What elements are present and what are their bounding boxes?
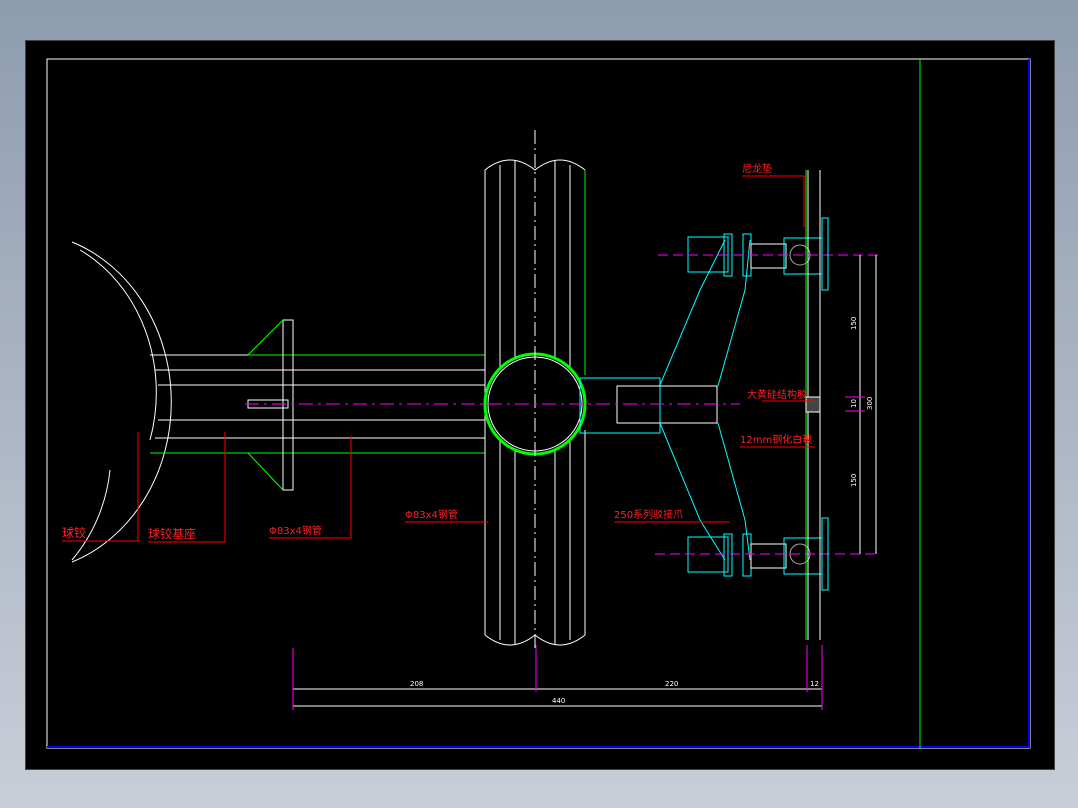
dim-upper: 150 — [850, 317, 858, 330]
label-spider-claw: 250系列驳接爪 — [614, 508, 683, 521]
dim-lower: 150 — [850, 474, 858, 487]
ball-joint — [71, 241, 172, 563]
label-glass: 12mm钢化白玻 — [740, 433, 812, 446]
label-ball-joint-base: 球铰基座 — [148, 526, 196, 541]
dim-overall-height: 300 — [866, 397, 874, 410]
dim-glass-offset: 12 — [810, 680, 819, 688]
vertical-pipe — [483, 130, 587, 650]
cad-drawing: 208 220 12 440 150 10 300 150 球铰 球铰基座 Φ8… — [46, 58, 1031, 749]
upper-bolt — [658, 233, 878, 277]
label-steel-pipe-center: Φ83x4钢管 — [405, 508, 458, 521]
label-sealant: 大黄硅结构胶 — [747, 388, 807, 401]
glass-panel — [805, 170, 829, 640]
lower-bolt — [655, 533, 878, 577]
dim-right-span: 220 — [665, 680, 678, 688]
label-nylon-pad: 尼龙垫 — [742, 162, 772, 175]
horizontal-pipe — [150, 319, 485, 491]
dim-left-span: 208 — [410, 680, 423, 688]
dim-joint-gap: 10 — [850, 399, 858, 408]
label-ball-joint: 球铰 — [62, 525, 86, 540]
leader-lines — [62, 175, 815, 543]
label-steel-pipe-left: Φ83x4钢管 — [269, 524, 322, 537]
dim-total: 440 — [552, 697, 565, 705]
